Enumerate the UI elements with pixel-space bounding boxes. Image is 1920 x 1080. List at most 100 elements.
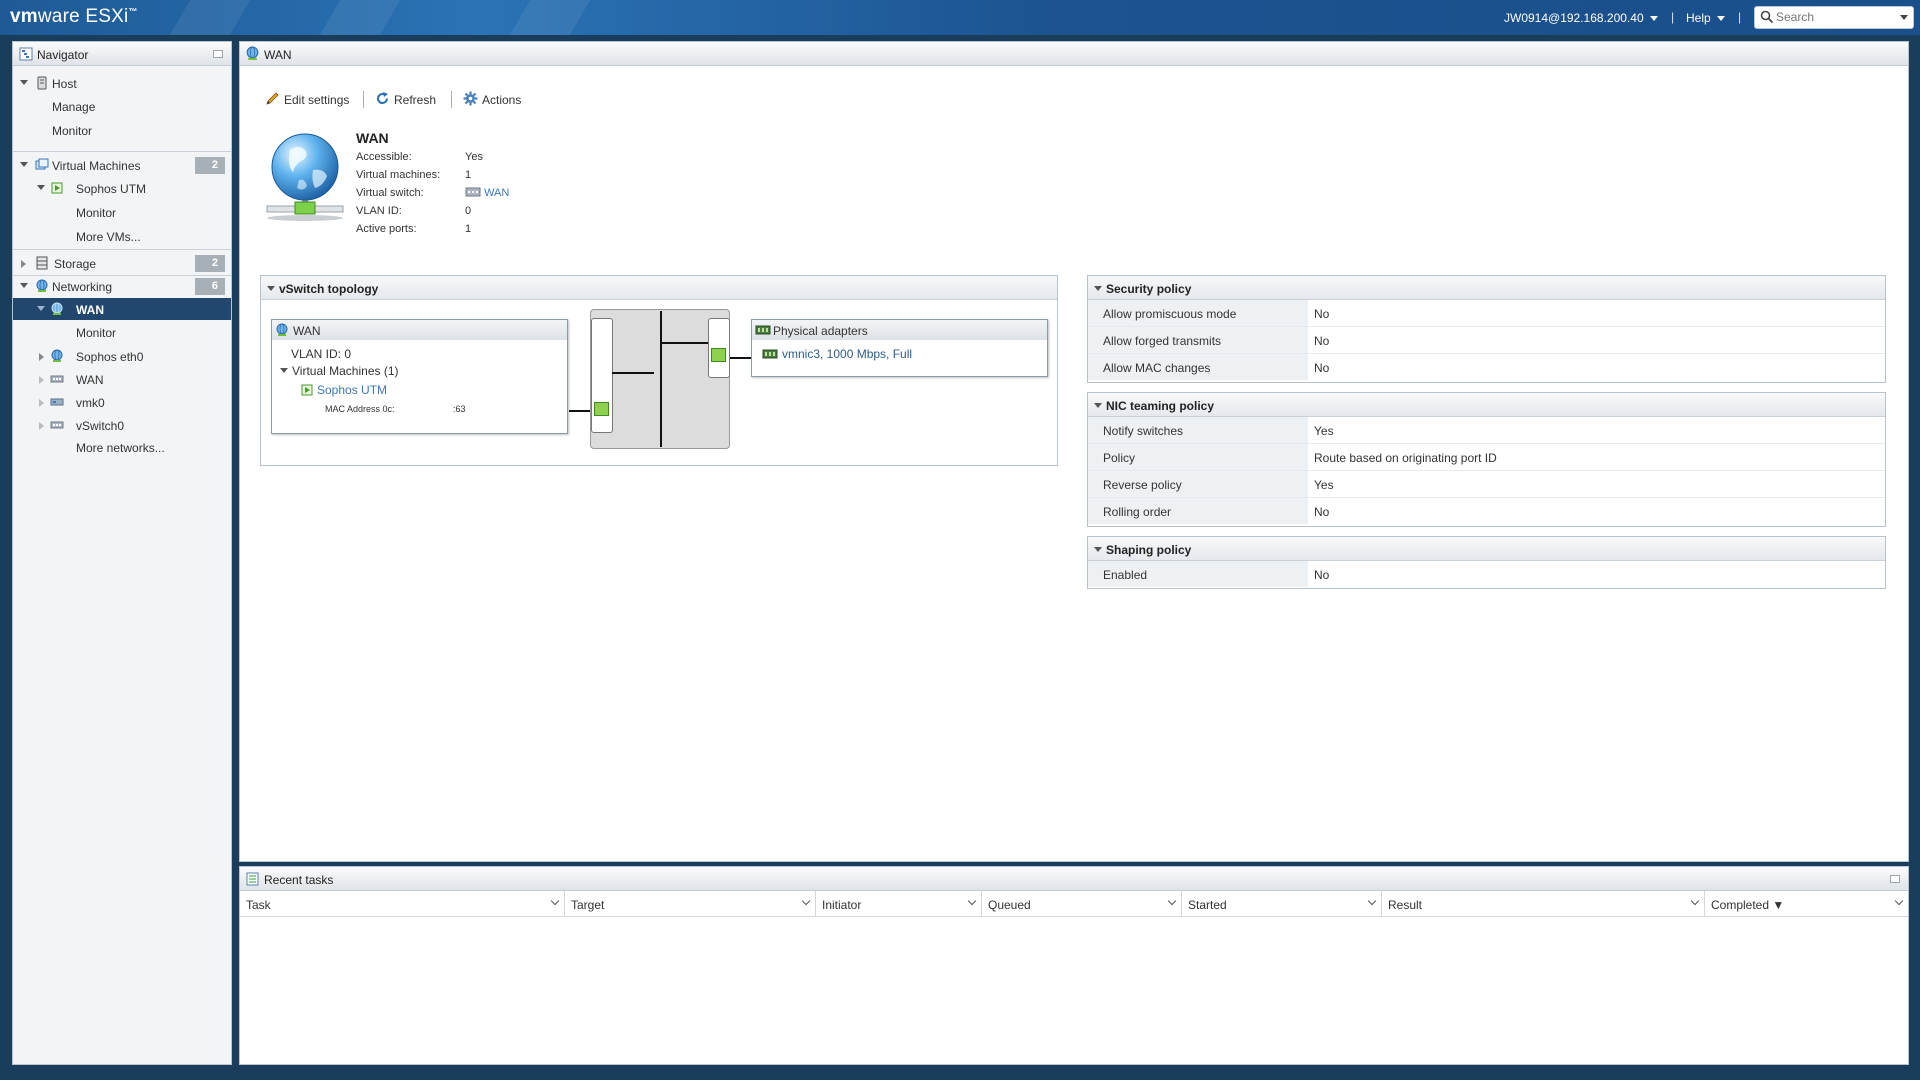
policy-row: Enabled No [1088, 561, 1885, 588]
info-value: 1 [465, 169, 472, 181]
nav-network-wan-switch[interactable]: WAN [13, 368, 231, 390]
chevron-down-icon [1717, 16, 1726, 22]
nav-label: Monitor [76, 326, 117, 340]
vswitch-link[interactable]: WAN [465, 187, 509, 199]
collapse-icon[interactable] [1094, 547, 1102, 552]
expand-icon[interactable] [39, 422, 44, 430]
nav-network-monitor[interactable]: Monitor [13, 321, 231, 343]
vmnic-link[interactable]: vmnic3, 1000 Mbps, Full [762, 347, 912, 361]
panel-header[interactable]: NIC teaming policy [1088, 393, 1885, 417]
expand-icon[interactable] [21, 260, 26, 268]
column-header-started[interactable]: Started [1182, 891, 1382, 917]
nav-network-vmk0[interactable]: vmk0 [13, 391, 231, 413]
nav-more-vms[interactable]: More VMs... [13, 225, 231, 247]
search-box[interactable] [1754, 6, 1914, 29]
nav-virtual-machines[interactable]: Virtual Machines 2 [13, 154, 231, 176]
chevron-down-icon[interactable] [1367, 896, 1377, 906]
search-input[interactable] [1776, 10, 1891, 24]
nav-label: Monitor [76, 206, 117, 220]
mac-address-label: MAC Address 0c: [325, 404, 395, 414]
topology-link [569, 410, 591, 412]
chevron-down-icon[interactable] [1900, 15, 1908, 20]
main-header: WAN [240, 42, 1908, 66]
vswitch-topology-panel: vSwitch topology WAN VLAN ID: 0 Virtual … [260, 275, 1058, 466]
vmkernel-nic-icon [50, 398, 64, 406]
shaping-policy-panel: Shaping policy Enabled No [1087, 536, 1886, 589]
info-label: VLAN ID: [356, 205, 402, 217]
expand-icon[interactable] [39, 399, 44, 407]
nav-storage[interactable]: Storage 2 [13, 252, 231, 274]
panel-header[interactable]: vSwitch topology [261, 276, 1057, 300]
refresh-icon [377, 92, 389, 105]
column-header-initiator[interactable]: Initiator [816, 891, 982, 917]
collapse-icon[interactable] [1094, 403, 1102, 408]
collapse-icon[interactable] [1094, 286, 1102, 291]
collapse-icon[interactable] [267, 286, 275, 291]
help-menu[interactable]: Help [1686, 11, 1726, 25]
vm-link-sophos-utm[interactable]: Sophos UTM [300, 383, 387, 397]
host-icon [37, 76, 47, 90]
nav-label: Storage [54, 257, 97, 271]
nav-label: Sophos UTM [76, 182, 147, 196]
chevron-down-icon[interactable] [550, 896, 560, 906]
page-title: WAN [264, 48, 292, 62]
policy-row: Policy Route based on originating port ID [1088, 444, 1885, 471]
collapse-icon[interactable] [20, 283, 28, 288]
nav-network-vswitch0[interactable]: vSwitch0 [13, 414, 231, 436]
policy-row: Notify switches Yes [1088, 417, 1885, 444]
chevron-down-icon[interactable] [967, 896, 977, 906]
user-menu[interactable]: JW0914@192.168.200.40 [1504, 11, 1658, 25]
column-header-target[interactable]: Target [565, 891, 816, 917]
nav-network-wan-selected[interactable]: WAN [13, 298, 231, 320]
nav-network-sophos-eth0[interactable]: Sophos eth0 [13, 345, 231, 367]
actions-button[interactable]: Actions [463, 91, 527, 110]
nav-host-manage[interactable]: Manage [13, 95, 231, 117]
port-group-icon [51, 349, 63, 362]
chevron-down-icon[interactable] [801, 896, 811, 906]
expand-icon[interactable] [39, 376, 44, 384]
collapse-icon[interactable] [37, 306, 45, 311]
nav-label: Sophos eth0 [76, 350, 144, 364]
panel-header[interactable]: Shaping policy [1088, 537, 1885, 561]
collapse-icon[interactable] [280, 368, 288, 373]
topology-link [612, 372, 654, 374]
link-label: WAN [484, 187, 510, 199]
nav-host[interactable]: Host [13, 72, 231, 94]
column-header-result[interactable]: Result [1382, 891, 1705, 917]
virtual-machines-group[interactable]: Virtual Machines (1) [280, 364, 399, 378]
column-label: Target [571, 898, 605, 912]
expand-icon[interactable] [39, 353, 44, 361]
column-header-completed[interactable]: Completed ▼ [1705, 891, 1908, 917]
topology-link [660, 311, 662, 447]
nav-label: vmk0 [76, 396, 105, 410]
nav-more-networks[interactable]: More networks... [13, 436, 231, 458]
column-label: Started [1188, 898, 1227, 912]
policy-row: Allow promiscuous mode No [1088, 300, 1885, 327]
minimize-icon[interactable] [1890, 875, 1900, 883]
policy-value: No [1314, 568, 1330, 582]
column-header-queued[interactable]: Queued [982, 891, 1182, 917]
nav-label: Virtual Machines [52, 159, 141, 173]
chevron-down-icon[interactable] [1894, 896, 1904, 906]
physical-nic-icon [762, 349, 778, 359]
policy-value: Yes [1314, 478, 1334, 492]
refresh-button[interactable]: Refresh [375, 92, 441, 110]
nav-vm-monitor[interactable]: Monitor [13, 201, 231, 223]
button-label: Refresh [394, 93, 437, 107]
panel-header[interactable]: Security policy [1088, 276, 1885, 300]
port-group-icon [246, 46, 259, 60]
nav-host-monitor[interactable]: Monitor [13, 119, 231, 141]
nav-vm-sophos-utm[interactable]: Sophos UTM [13, 177, 231, 199]
adapters-header: Physical adapters [752, 320, 1047, 340]
collapse-icon[interactable] [37, 185, 45, 190]
policy-key: Policy [1088, 444, 1308, 470]
column-header-task[interactable]: Task [240, 891, 565, 917]
chevron-down-icon[interactable] [1167, 896, 1177, 906]
minimize-icon[interactable] [213, 50, 223, 58]
chevron-down-icon[interactable] [1690, 896, 1700, 906]
edit-settings-button[interactable]: Edit settings [265, 92, 355, 110]
collapse-icon[interactable] [20, 80, 28, 85]
collapse-icon[interactable] [20, 162, 28, 167]
adapters-title: Physical adapters [773, 324, 868, 338]
nav-networking[interactable]: Networking 6 [13, 275, 231, 297]
